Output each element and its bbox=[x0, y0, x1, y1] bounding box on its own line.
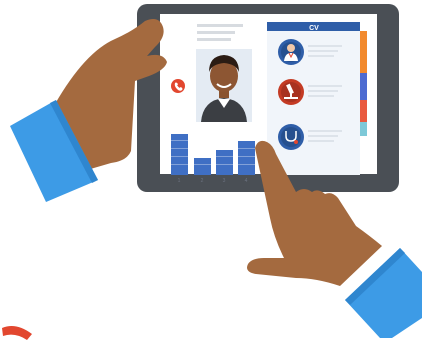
chart-tick-label: 1 bbox=[178, 178, 181, 184]
tablet-illustration: 1 2 3 4 CV bbox=[2, 4, 422, 340]
avatar-card bbox=[196, 49, 252, 122]
decorative-arc bbox=[2, 326, 32, 340]
chart-bar bbox=[216, 150, 233, 175]
cv-panel: CV bbox=[267, 22, 367, 175]
chart-tick-label: 3 bbox=[223, 178, 226, 184]
chart-tick-label: 4 bbox=[245, 178, 248, 184]
cv-side-tabs[interactable] bbox=[360, 31, 367, 136]
phone-icon[interactable] bbox=[171, 79, 185, 93]
illustration: 1 2 3 4 CV bbox=[0, 0, 422, 343]
chart-bar bbox=[194, 158, 211, 175]
cv-title: CV bbox=[309, 25, 319, 32]
chart-bar bbox=[238, 141, 255, 175]
chart-tick-label: 2 bbox=[201, 178, 204, 184]
